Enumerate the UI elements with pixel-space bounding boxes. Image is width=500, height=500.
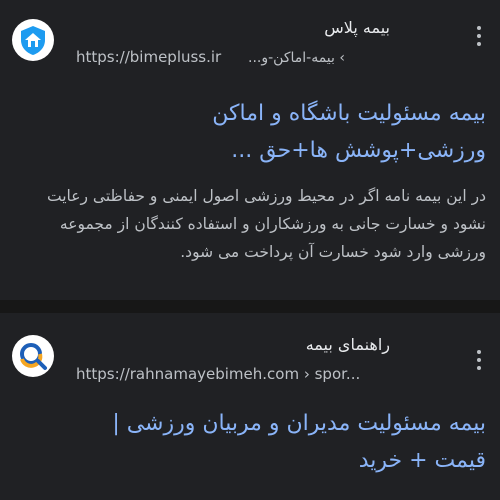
site-name: بیمه پلاس	[324, 18, 390, 37]
title-line: قیمت + خرید	[358, 448, 486, 473]
search-result-1: بیمه پلاس https://bimepluss.ir › بیمه-ام…	[0, 0, 500, 300]
more-dot	[477, 42, 481, 46]
more-dot	[477, 366, 481, 370]
more-dot	[477, 350, 481, 354]
result-snippet: در این بیمه نامه اگر در محیط ورزشی اصول …	[47, 187, 486, 261]
title-line: ورزشی+پوشش ها+حق ...	[231, 138, 486, 163]
more-options-button[interactable]	[472, 348, 486, 372]
url-breadcrumb: › بیمه-اماکن-و...	[248, 50, 345, 66]
more-dot	[477, 26, 481, 30]
title-line: بیمه مسئولیت باشگاه و اماکن	[212, 101, 486, 126]
title-line: بیمه مسئولیت مدیران و مربیان ورزشی |	[112, 411, 486, 436]
result-title-link[interactable]: بیمه مسئولیت مدیران و مربیان ورزشی | قیم…	[16, 405, 486, 479]
result-site-header[interactable]: بیمه پلاس https://bimepluss.ir › بیمه-ام…	[0, 0, 500, 80]
search-result-2: راهنمای بیمه https://rahnamayebimeh.com …	[0, 313, 500, 500]
more-options-button[interactable]	[472, 24, 486, 48]
result-separator	[0, 300, 500, 313]
site-url: https://rahnamayebimeh.com › spor...	[76, 365, 361, 383]
result-title-link[interactable]: بیمه مسئولیت باشگاه و اماکن ورزشی+پوشش ه…	[16, 95, 486, 169]
site-name: راهنمای بیمه	[305, 335, 390, 354]
more-dot	[477, 358, 481, 362]
house-shield-icon	[12, 19, 54, 61]
more-dot	[477, 34, 481, 38]
search-magnifier-icon	[12, 335, 54, 377]
site-url: https://bimepluss.ir	[76, 48, 222, 66]
